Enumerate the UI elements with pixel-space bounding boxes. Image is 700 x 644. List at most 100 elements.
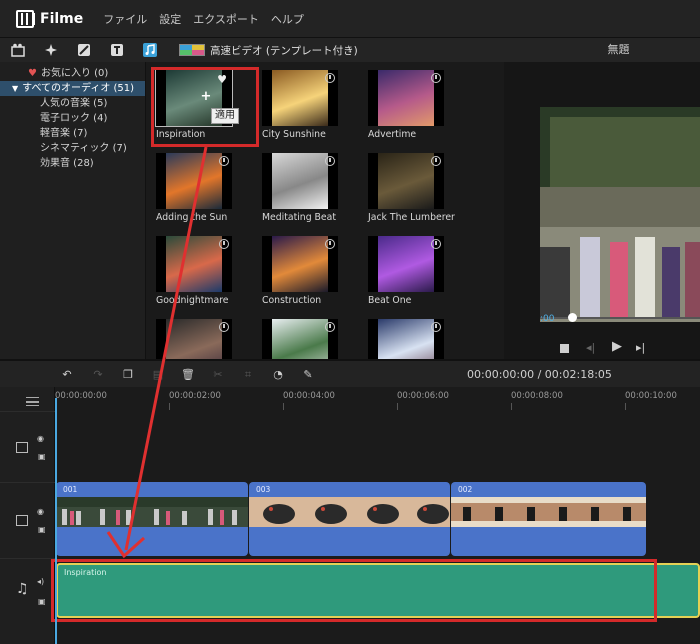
media-icon[interactable] <box>11 43 25 57</box>
media-tile[interactable] <box>252 319 348 359</box>
download-icon[interactable] <box>219 156 229 166</box>
media-tile-name: Meditating Beat <box>262 212 336 223</box>
video-clip[interactable]: 003 <box>249 482 450 556</box>
media-tile-name: City Sunshine <box>262 129 326 140</box>
lock-icon[interactable]: ▣ <box>38 452 46 461</box>
hd-template-button[interactable]: 高速ビデオ (テンプレート付き) <box>179 43 358 58</box>
media-thumbnail[interactable] <box>368 153 444 209</box>
playhead[interactable] <box>55 398 57 644</box>
play-icon[interactable]: ▶ <box>612 339 622 354</box>
category-electronic-rock[interactable]: 電子ロック (4) <box>0 111 145 126</box>
redo-icon[interactable]: ↷ <box>91 369 105 381</box>
filme-window: Filme ファイル 設定 エクスポート ヘルプ 高速ビデオ (テンプレート付き… <box>0 0 700 644</box>
ruler-label: 00:00:02:00 <box>169 391 221 401</box>
download-icon[interactable] <box>325 156 335 166</box>
media-tile[interactable]: City Sunshine <box>252 70 348 140</box>
media-tile[interactable]: Adding the Sun <box>146 153 242 223</box>
ruler-label: 00:00:00:00 <box>55 391 107 401</box>
apply-tooltip: 適用 <box>211 108 239 124</box>
film-icon <box>16 442 28 453</box>
media-tile[interactable]: Jack The Lumberer <box>358 153 455 223</box>
text-icon[interactable] <box>110 43 124 57</box>
hd-template-label: 高速ビデオ (テンプレート付き) <box>210 44 358 57</box>
edit-icon[interactable]: ✎ <box>301 369 315 381</box>
clip-thumbnails <box>56 497 248 527</box>
download-icon[interactable] <box>325 239 335 249</box>
download-icon[interactable] <box>431 73 441 83</box>
ruler-tick <box>625 403 626 410</box>
title-bar: Filme ファイル 設定 エクスポート ヘルプ <box>0 0 700 38</box>
media-thumbnail[interactable] <box>368 236 444 292</box>
category-light-music[interactable]: 軽音楽 (7) <box>0 126 145 141</box>
media-thumbnail[interactable] <box>262 153 338 209</box>
audio-track-header: ♫ ◂) ▣ <box>0 558 55 644</box>
track-menu-icon[interactable] <box>26 397 39 406</box>
split-icon[interactable]: ✂ <box>211 369 225 381</box>
transition-icon[interactable] <box>77 43 91 57</box>
category-all-audio[interactable]: ▼ すべてのオーディオ (51) <box>0 81 145 96</box>
crop-icon[interactable]: ⌗ <box>241 369 255 381</box>
media-tile[interactable]: Advertime <box>358 70 454 140</box>
category-favorites[interactable]: ♥ お気に入り (0) <box>0 66 145 81</box>
video-clip[interactable]: 001 <box>56 482 248 556</box>
download-icon[interactable] <box>325 73 335 83</box>
media-thumbnail[interactable] <box>262 236 338 292</box>
album-art <box>272 153 328 209</box>
media-tile-name: Construction <box>262 295 322 306</box>
media-tile[interactable] <box>146 319 242 359</box>
speaker-icon[interactable]: ◂) <box>37 577 44 586</box>
menu-settings[interactable]: 設定 <box>159 11 181 27</box>
eye-icon[interactable]: ◉ <box>37 434 44 443</box>
media-thumbnail[interactable] <box>156 236 232 292</box>
media-thumbnail[interactable] <box>368 70 444 126</box>
lock-icon[interactable]: ▣ <box>38 525 46 534</box>
media-thumbnail[interactable] <box>156 319 232 359</box>
media-thumbnail[interactable] <box>262 319 338 359</box>
timeline-ruler[interactable]: 00:00:00:00 00:00:02:00 00:00:04:00 00:0… <box>55 387 700 411</box>
scrubber-handle[interactable] <box>568 313 577 322</box>
download-icon[interactable] <box>219 239 229 249</box>
film-icon <box>16 515 28 526</box>
media-tile[interactable]: Goodnightmare <box>146 236 242 306</box>
speed-icon[interactable]: ◔ <box>271 369 285 381</box>
stop-icon[interactable] <box>560 344 569 353</box>
category-cinematic[interactable]: シネマティック (7) <box>0 141 145 156</box>
media-tile[interactable]: Meditating Beat <box>252 153 348 223</box>
clip-thumbnails <box>451 497 646 527</box>
undo-icon[interactable]: ↶ <box>60 369 74 381</box>
download-icon[interactable] <box>431 322 441 332</box>
paste-icon[interactable]: ▤ <box>151 369 165 381</box>
delete-icon[interactable]: 🗑︎ <box>181 369 195 381</box>
download-icon[interactable] <box>219 322 229 332</box>
album-art <box>378 319 434 359</box>
expand-triangle-icon: ▼ <box>12 84 19 93</box>
category-popular[interactable]: 人気の音楽 (5) <box>0 96 145 111</box>
media-toolbar: 高速ビデオ (テンプレート付き) <box>0 38 537 62</box>
media-thumbnail[interactable] <box>262 70 338 126</box>
media-tile[interactable]: Beat One <box>358 236 454 306</box>
ruler-tick <box>511 403 512 410</box>
lock-icon[interactable]: ▣ <box>38 597 46 606</box>
previous-frame-icon[interactable]: ◂| <box>586 341 595 354</box>
media-thumbnail[interactable] <box>156 153 232 209</box>
media-tile[interactable]: Construction <box>252 236 348 306</box>
music-icon[interactable] <box>143 43 157 57</box>
preview-scrubber[interactable] <box>540 313 700 322</box>
video-track-header-2: ◉ ▣ <box>0 482 55 558</box>
media-tile[interactable] <box>358 319 454 359</box>
effects-icon[interactable] <box>44 43 58 57</box>
menu-export[interactable]: エクスポート <box>193 11 259 27</box>
clip-label: 001 <box>63 485 78 494</box>
copy-icon[interactable]: ❐ <box>121 369 135 381</box>
eye-icon[interactable]: ◉ <box>37 507 44 516</box>
album-art <box>272 236 328 292</box>
download-icon[interactable] <box>431 156 441 166</box>
media-thumbnail[interactable] <box>368 319 444 359</box>
download-icon[interactable] <box>431 239 441 249</box>
video-clip[interactable]: 002 <box>451 482 646 556</box>
menu-help[interactable]: ヘルプ <box>271 11 304 27</box>
menu-file[interactable]: ファイル <box>103 11 147 27</box>
next-frame-icon[interactable]: ▸| <box>636 341 645 354</box>
category-sound-effects[interactable]: 効果音 (28) <box>0 156 145 171</box>
download-icon[interactable] <box>325 322 335 332</box>
